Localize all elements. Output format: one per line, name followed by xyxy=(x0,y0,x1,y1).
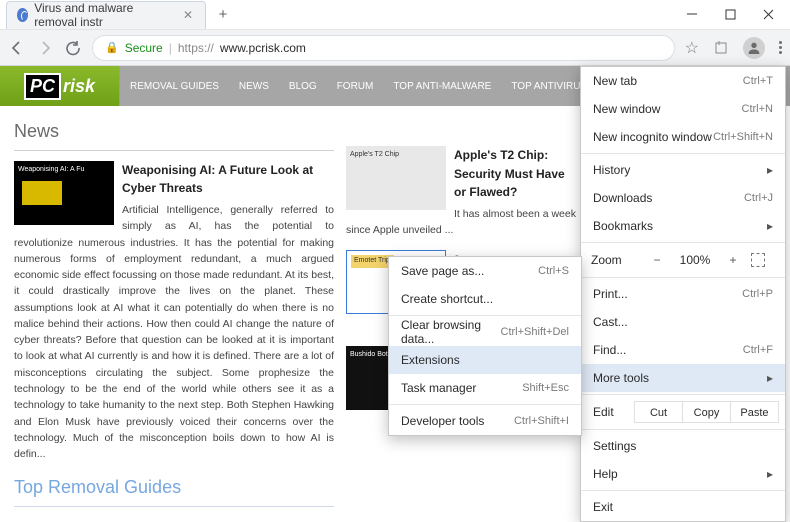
top-removal-heading: Top Removal Guides xyxy=(14,474,334,507)
reload-icon xyxy=(65,40,81,56)
article-2-thumb[interactable]: Apple's T2 Chip xyxy=(346,146,446,210)
menu-history[interactable]: History▸ xyxy=(581,156,785,184)
back-button[interactable] xyxy=(8,39,26,57)
thumb-label: Apple's T2 Chip xyxy=(350,150,399,161)
article-2: Apple's T2 Chip Apple's T2 Chip: Securit… xyxy=(346,146,576,238)
edit-cut[interactable]: Cut xyxy=(634,401,683,423)
forward-button[interactable] xyxy=(36,39,54,57)
submenu-create-shortcut[interactable]: Create shortcut... xyxy=(389,285,581,313)
menu-print[interactable]: Print...Ctrl+P xyxy=(581,280,785,308)
maximize-icon xyxy=(725,9,736,20)
chrome-main-menu: New tabCtrl+T New windowCtrl+N New incog… xyxy=(580,66,786,522)
nav-news[interactable]: NEWS xyxy=(229,81,279,92)
thumb-label: Weaponising AI: A Fu xyxy=(18,165,84,176)
more-tools-submenu: Save page as...Ctrl+S Create shortcut...… xyxy=(388,256,582,436)
submenu-task-manager[interactable]: Task managerShift+Esc xyxy=(389,374,581,402)
thumb-label: Bushido Botn xyxy=(350,350,392,361)
submenu-clear-data[interactable]: Clear browsing data...Ctrl+Shift+Del xyxy=(389,318,581,346)
zoom-in-button[interactable]: + xyxy=(721,253,745,267)
person-icon xyxy=(746,40,762,56)
reload-button[interactable] xyxy=(64,39,82,57)
chrome-menu-button[interactable] xyxy=(779,41,782,54)
menu-bookmarks[interactable]: Bookmarks▸ xyxy=(581,212,785,240)
minimize-icon xyxy=(686,8,698,20)
site-logo[interactable]: PCrisk xyxy=(0,66,120,106)
arrow-left-icon xyxy=(9,40,25,56)
url-scheme: https:// xyxy=(178,41,214,55)
zoom-label: Zoom xyxy=(591,253,639,267)
arrow-right-icon xyxy=(37,40,53,56)
menu-find[interactable]: Find...Ctrl+F xyxy=(581,336,785,364)
article-1-thumb[interactable]: Weaponising AI: A Fu xyxy=(14,161,114,225)
secure-label: Secure xyxy=(125,41,163,55)
submenu-developer-tools[interactable]: Developer toolsCtrl+Shift+I xyxy=(389,407,581,435)
title-bar: Virus and malware removal instr ✕ + xyxy=(0,0,790,30)
tab-title: Virus and malware removal instr xyxy=(34,1,171,29)
zoom-level: 100% xyxy=(675,253,715,267)
submenu-extensions[interactable]: Extensions xyxy=(389,346,581,374)
star-icon[interactable]: ☆ xyxy=(685,38,699,58)
menu-new-tab[interactable]: New tabCtrl+T xyxy=(581,67,785,95)
submenu-save-page[interactable]: Save page as...Ctrl+S xyxy=(389,257,581,285)
menu-new-window[interactable]: New windowCtrl+N xyxy=(581,95,785,123)
menu-more-tools[interactable]: More tools▸ xyxy=(581,364,785,392)
url-bar[interactable]: 🔒 Secure | https://www.pcrisk.com xyxy=(92,35,675,61)
nav-blog[interactable]: BLOG xyxy=(279,81,327,92)
menu-zoom: Zoom − 100% + xyxy=(581,245,785,275)
edit-label: Edit xyxy=(593,405,635,419)
address-bar: 🔒 Secure | https://www.pcrisk.com ☆ xyxy=(0,30,790,66)
new-tab-button[interactable]: + xyxy=(212,4,234,26)
url-host: www.pcrisk.com xyxy=(220,41,306,55)
article-1-body: Artificial Intelligence, generally refer… xyxy=(14,202,334,462)
fullscreen-icon[interactable] xyxy=(751,253,765,267)
zoom-out-button[interactable]: − xyxy=(645,253,669,267)
logo-pc: PC xyxy=(24,73,61,100)
extensions-icon[interactable] xyxy=(713,40,729,56)
tab-close-icon[interactable]: ✕ xyxy=(183,8,193,22)
menu-exit[interactable]: Exit xyxy=(581,493,785,521)
window-maximize-button[interactable] xyxy=(712,0,748,28)
edit-copy[interactable]: Copy xyxy=(682,401,731,423)
window-minimize-button[interactable] xyxy=(674,0,710,28)
profile-button[interactable] xyxy=(743,37,765,59)
menu-incognito[interactable]: New incognito windowCtrl+Shift+N xyxy=(581,123,785,151)
favicon-icon xyxy=(17,8,28,22)
browser-tab[interactable]: Virus and malware removal instr ✕ xyxy=(6,1,206,29)
menu-downloads[interactable]: DownloadsCtrl+J xyxy=(581,184,785,212)
menu-edit: Edit Cut Copy Paste xyxy=(581,397,785,427)
close-icon xyxy=(763,9,774,20)
menu-settings[interactable]: Settings xyxy=(581,432,785,460)
article-1: Weaponising AI: A Fu Weaponising AI: A F… xyxy=(14,161,334,462)
lock-icon: 🔒 xyxy=(105,41,119,54)
logo-risk: risk xyxy=(63,76,95,97)
article-2-body: It has almost been a week since Apple un… xyxy=(346,206,576,239)
nav-forum[interactable]: FORUM xyxy=(327,81,384,92)
news-heading: News xyxy=(14,118,334,151)
window-close-button[interactable] xyxy=(750,0,786,28)
nav-removal-guides[interactable]: REMOVAL GUIDES xyxy=(120,81,229,92)
edit-paste[interactable]: Paste xyxy=(730,401,779,423)
menu-help[interactable]: Help▸ xyxy=(581,460,785,488)
nav-top-antimalware[interactable]: TOP ANTI-MALWARE xyxy=(383,81,501,92)
menu-cast[interactable]: Cast... xyxy=(581,308,785,336)
